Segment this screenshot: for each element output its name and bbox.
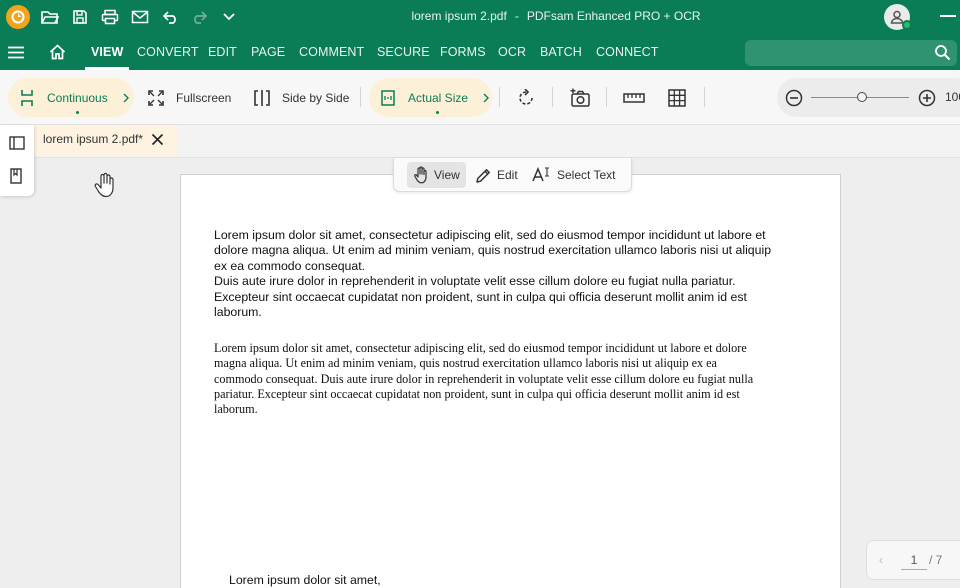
view-mode-button[interactable]: View [407,162,466,188]
text-line: laborum. [214,402,258,417]
document-tab-name: lorem ipsum 2.pdf* [43,132,144,146]
select-text-icon [532,167,549,182]
text-line: Lorem ipsum dolor sit amet, consectetur … [214,228,766,242]
grid-button[interactable] [668,70,686,125]
text-line: magna aliqua. Ut enim ad minim veniam, q… [214,356,717,371]
edit-mode-button[interactable]: Edit [469,162,524,188]
menu-convert[interactable]: CONVERT [137,34,199,70]
menu-forms[interactable]: FORMS [440,34,486,70]
hand-icon [414,166,427,184]
toolbar-divider [360,87,361,107]
menu-secure[interactable]: SECURE [377,34,430,70]
select-text-mode-label: Select Text [557,168,616,182]
side-panel [0,125,34,196]
hand-cursor-icon [93,172,117,198]
menu-page[interactable]: PAGE [251,34,285,70]
toolbar-divider [606,87,607,107]
interaction-mode-bar: View Edit Select Text [393,158,632,192]
bookmarks-panel-icon[interactable] [9,168,25,184]
text-line: Lorem ipsum dolor sit amet, consectetur … [214,341,747,355]
view-mode-label: View [434,168,460,182]
snapshot-button[interactable] [569,70,591,125]
page-navigator: ‹ 1 / 7 [866,540,960,580]
actual-size-chevron-icon[interactable] [482,93,490,103]
menu-edit[interactable]: EDIT [208,34,237,70]
pdf-page: Lorem ipsum dolor sit amet, consectetur … [180,174,841,588]
actual-size-label: Actual Size [408,90,469,105]
rotate-icon [519,88,533,105]
close-tab-icon[interactable] [151,133,164,146]
menu-comment[interactable]: COMMENT [299,34,364,70]
menu-batch[interactable]: BATCH [540,34,582,70]
previous-page-button[interactable]: ‹ [879,553,883,567]
online-status-dot [902,20,912,30]
toolbar-divider [704,87,705,107]
search-icon[interactable] [934,44,951,61]
window-title: lorem ipsum 2.pdf - PDFsam Enhanced PRO + … [0,0,960,34]
text-line: laborum. [214,305,262,320]
hamburger-menu-icon[interactable] [8,46,24,59]
continuous-active-dot [76,111,79,114]
text-line: pariatur. Excepteur sint occaecat cupida… [214,386,740,401]
rotate-button[interactable] [517,70,535,125]
menu-view[interactable]: VIEW [84,34,130,70]
zoom-control: 100 [777,78,960,117]
toolbar-divider [552,87,553,107]
menu-bar: VIEW CONVERT EDIT PAGE COMMENT SECURE FO… [0,34,960,70]
actual-size-active-dot [436,111,439,114]
continuous-label: Continuous [47,90,108,105]
continuous-button[interactable]: Continuous [19,70,130,125]
title-bar: lorem ipsum 2.pdf - PDFsam Enhanced PRO + … [0,0,960,34]
text-line: ex ea commodo consequat. [214,258,366,273]
total-pages-label: / 7 [929,553,943,567]
search-input[interactable] [745,40,957,66]
snapshot-camera-icon [570,88,590,107]
view-toolbar: Continuous Fullscreen Side by Side Actua… [0,70,960,125]
thumbnails-panel-icon[interactable] [9,136,25,152]
select-text-mode-button[interactable]: Select Text [526,162,621,188]
text-line: dolore magna aliqua. Ut enim ad minim ve… [214,243,772,258]
side-by-side-icon [254,89,270,106]
menu-ocr[interactable]: OCR [498,34,526,70]
menu-connect[interactable]: CONNECT [596,34,659,70]
document-tab[interactable]: lorem ipsum 2.pdf* [34,125,178,155]
fullscreen-icon [148,89,164,106]
current-page-input[interactable]: 1 [901,552,927,570]
document-title: lorem ipsum 2.pdf [411,9,507,23]
continuous-chevron-icon[interactable] [122,93,130,103]
pencil-icon [476,168,490,183]
fullscreen-button[interactable]: Fullscreen [148,70,231,125]
zoom-slider-handle[interactable] [857,92,867,102]
zoom-value[interactable]: 100 [945,78,960,117]
minimize-button[interactable] [940,15,956,17]
text-line: commodo consequat. Duis aute irure dolor… [214,371,754,386]
toolbar-divider [499,87,500,107]
text-line: Excepteur sint occaecat cupidatat non pr… [214,289,747,304]
side-by-side-label: Side by Side [282,90,350,105]
zoom-out-icon[interactable] [785,89,803,107]
paragraph-bottom: Lorem ipsum dolor sit amet, [229,573,381,587]
actual-size-button[interactable]: Actual Size [381,70,490,125]
measure-button[interactable] [623,70,645,125]
side-by-side-button[interactable]: Side by Side [253,70,349,125]
grid-icon [668,88,686,107]
paragraph-serif: Lorem ipsum dolor sit amet, consectetur … [214,341,824,417]
continuous-icon [21,89,33,106]
document-tab-bar: lorem ipsum 2.pdf* [0,125,960,158]
edit-mode-label: Edit [497,168,518,182]
app-title: PDFsam Enhanced PRO + OCR [526,9,701,23]
title-separator: - [514,9,519,23]
actual-size-icon [381,89,395,106]
home-icon[interactable] [49,44,66,60]
fullscreen-label: Fullscreen [176,90,232,105]
zoom-in-icon[interactable] [918,89,936,107]
paragraph-sans: Lorem ipsum dolor sit amet, consectetur … [214,228,824,320]
ruler-icon [623,92,645,103]
text-line: Duis aute irure dolor in reprehenderit i… [214,274,736,289]
